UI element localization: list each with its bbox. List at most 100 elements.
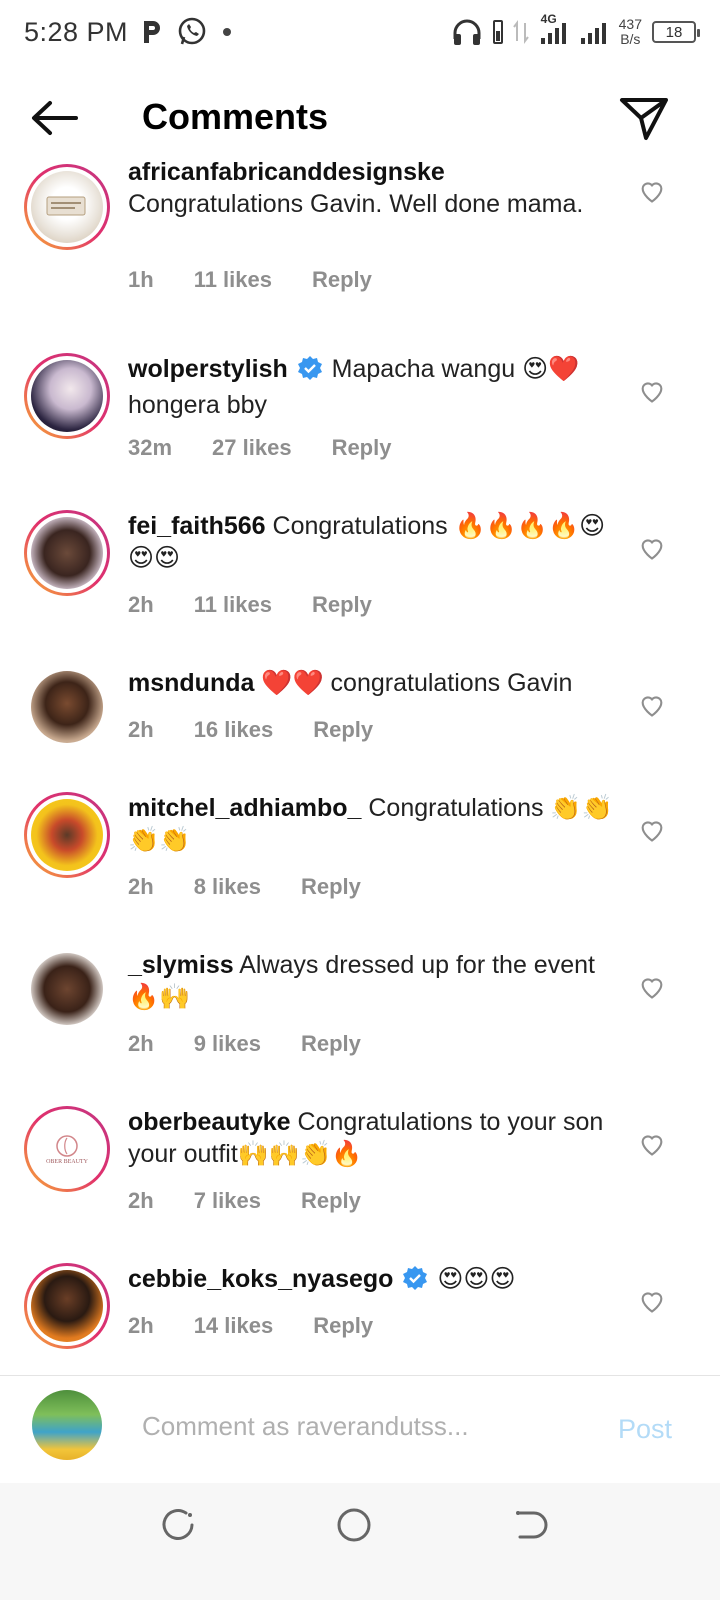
avatar[interactable] xyxy=(24,792,110,878)
avatar[interactable] xyxy=(31,953,103,1025)
comment-text: msndunda ❤️❤️ congratulations Gavin xyxy=(128,667,618,699)
signal-icon: 4G xyxy=(539,12,569,46)
comment-likes[interactable]: 8 likes xyxy=(194,874,261,900)
reply-button[interactable]: Reply xyxy=(301,874,361,900)
share-button[interactable] xyxy=(618,92,670,144)
comment-likes[interactable]: 11 likes xyxy=(194,267,272,293)
home-button[interactable] xyxy=(334,1505,374,1545)
battery-icon: 18 xyxy=(652,21,700,43)
comment-time: 2h xyxy=(128,1031,154,1056)
comment-username[interactable]: _slymiss xyxy=(128,951,234,979)
avatar[interactable] xyxy=(24,510,110,596)
like-button[interactable] xyxy=(638,1130,666,1158)
heart-icon xyxy=(641,1292,663,1313)
comment-likes[interactable]: 9 likes xyxy=(194,1031,261,1057)
comment-meta: 2h 14 likes Reply xyxy=(128,1313,373,1339)
like-button[interactable] xyxy=(638,534,666,562)
comment-username[interactable]: oberbeautyke xyxy=(128,1108,291,1136)
comment-meta: 1h 11 likes Reply xyxy=(128,267,372,293)
comments-list[interactable]: africanfabricanddesignske Congratulation… xyxy=(0,160,720,1375)
recent-apps-icon xyxy=(162,1509,194,1540)
comment-time: 2h xyxy=(128,1313,154,1338)
battery-level: 18 xyxy=(665,23,683,41)
comment-likes[interactable]: 11 likes xyxy=(194,592,272,618)
avatar[interactable] xyxy=(24,1263,110,1349)
avatar[interactable]: OBER BEAUTY xyxy=(24,1106,110,1192)
like-button[interactable] xyxy=(638,177,666,205)
reply-button[interactable]: Reply xyxy=(313,1313,373,1339)
like-button[interactable] xyxy=(638,816,666,844)
heart-icon xyxy=(641,696,663,717)
nav-back-button[interactable] xyxy=(510,1505,550,1545)
status-right: 4G 437 B/s 18 xyxy=(451,12,700,47)
comment-time: 2h xyxy=(128,717,154,742)
comment-meta: 2h 7 likes Reply xyxy=(128,1188,361,1214)
send-icon xyxy=(620,98,668,140)
verified-badge-icon xyxy=(402,1265,428,1299)
comment-meta: 32m 27 likes Reply xyxy=(128,435,391,461)
heart-icon xyxy=(641,182,663,203)
nav-back-icon xyxy=(516,1511,548,1539)
comment-compose-bar: Post xyxy=(0,1375,720,1483)
status-left: 5:28 PM xyxy=(24,16,234,48)
comment-time: 2h xyxy=(128,874,154,899)
like-button[interactable] xyxy=(638,973,666,1001)
comment-likes[interactable]: 14 likes xyxy=(194,1313,274,1339)
comment-input[interactable] xyxy=(142,1404,582,1448)
heart-icon xyxy=(641,978,663,999)
heart-icon xyxy=(641,382,663,403)
comment-time: 2h xyxy=(128,592,154,617)
speed-value: 437 xyxy=(618,16,642,32)
reply-button[interactable]: Reply xyxy=(312,592,372,618)
avatar[interactable] xyxy=(24,164,110,250)
reply-button[interactable]: Reply xyxy=(313,717,373,743)
comment-content: 😍😍😍 xyxy=(437,1265,516,1293)
comment-text: _slymiss Always dressed up for the event… xyxy=(128,949,618,1013)
reply-button[interactable]: Reply xyxy=(312,267,372,293)
comment-username[interactable]: africanfabricanddesignske xyxy=(128,160,445,186)
comment-username[interactable]: mitchel_adhiambo_ xyxy=(128,794,361,822)
comment-username[interactable]: wolperstylish xyxy=(128,355,288,383)
headphones-icon xyxy=(451,17,483,47)
comment-time: 2h xyxy=(128,1188,154,1213)
avatar[interactable] xyxy=(31,671,103,743)
heart-icon xyxy=(641,539,663,560)
like-button[interactable] xyxy=(638,691,666,719)
comment-username[interactable]: fei_faith566 xyxy=(128,512,266,540)
comment-content: Congratulations Gavin. Well done mama. xyxy=(128,190,584,218)
heart-icon xyxy=(641,821,663,842)
back-button[interactable] xyxy=(28,96,80,140)
comment-text: cebbie_koks_nyasego 😍😍😍 xyxy=(128,1263,618,1299)
reply-button[interactable]: Reply xyxy=(332,435,392,461)
heart-icon xyxy=(641,1135,663,1156)
reply-button[interactable]: Reply xyxy=(301,1031,361,1057)
comment-username[interactable]: msndunda xyxy=(128,669,254,697)
comment-likes[interactable]: 16 likes xyxy=(194,717,274,743)
comment-text: oberbeautyke Congratulations to your son… xyxy=(128,1106,618,1170)
comment-meta: 2h 8 likes Reply xyxy=(128,874,361,900)
comment-time: 1h xyxy=(128,267,154,292)
like-button[interactable] xyxy=(638,1287,666,1315)
comment-meta: 2h 16 likes Reply xyxy=(128,717,373,743)
status-time: 5:28 PM xyxy=(24,16,129,47)
post-button[interactable]: Post xyxy=(618,1414,672,1445)
speed-unit: B/s xyxy=(620,31,641,47)
back-arrow-icon xyxy=(32,101,78,135)
my-avatar[interactable] xyxy=(32,1390,102,1460)
avatar[interactable] xyxy=(24,353,110,439)
reply-button[interactable]: Reply xyxy=(301,1188,361,1214)
like-button[interactable] xyxy=(638,377,666,405)
dot-icon xyxy=(220,25,234,39)
comment-content: ❤️❤️ congratulations Gavin xyxy=(261,669,573,697)
network-label: 4G xyxy=(540,12,557,26)
net-speed: 437 B/s xyxy=(619,17,642,47)
header: Comments xyxy=(0,78,720,158)
home-circle-icon xyxy=(337,1508,371,1542)
recent-apps-button[interactable] xyxy=(158,1505,198,1545)
comment-text: africanfabricanddesignske Congratulation… xyxy=(128,160,618,220)
signal-icon-2 xyxy=(579,18,609,46)
comment-likes[interactable]: 7 likes xyxy=(194,1188,261,1214)
system-nav-bar xyxy=(0,1483,720,1600)
comment-likes[interactable]: 27 likes xyxy=(212,435,292,461)
comment-username[interactable]: cebbie_koks_nyasego xyxy=(128,1265,393,1293)
